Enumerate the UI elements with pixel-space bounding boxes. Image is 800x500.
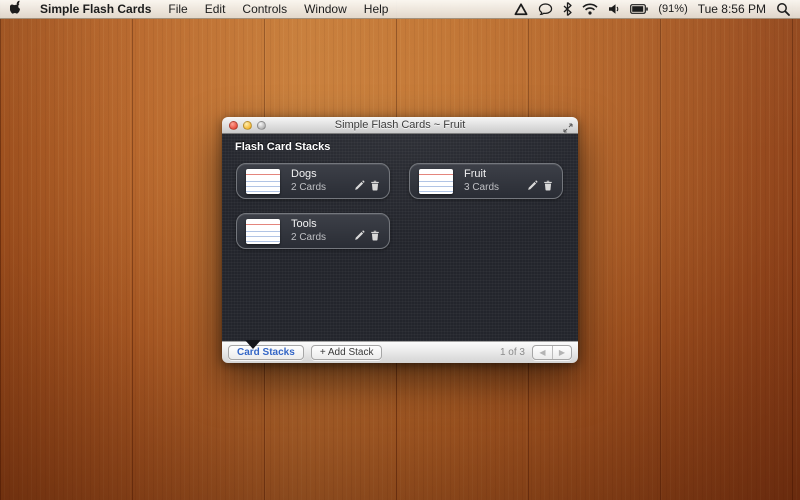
stack-actions [527, 180, 553, 198]
close-button[interactable] [229, 121, 238, 130]
stack-text: Tools 2 Cards [291, 218, 326, 244]
chat-bubble-icon[interactable] [538, 3, 553, 16]
stack-text: Fruit 3 Cards [464, 168, 499, 194]
menu-window[interactable]: Window [304, 2, 347, 16]
menu-app-name[interactable]: Simple Flash Cards [40, 2, 151, 16]
stack-count: 2 Cards [291, 182, 326, 195]
menu-clock[interactable]: Tue 8:56 PM [698, 2, 766, 16]
stack-name: Fruit [464, 168, 499, 182]
stack-count: 2 Cards [291, 232, 326, 245]
status-menu-area: (91%) Tue 8:56 PM [514, 2, 790, 16]
stacks-panel: Flash Card Stacks Dogs 2 Cards [222, 134, 578, 341]
window-title: Simple Flash Cards ~ Fruit [222, 119, 578, 131]
bluetooth-icon[interactable] [563, 2, 572, 16]
menu-controls[interactable]: Controls [242, 2, 287, 16]
menu-bar: Simple Flash Cards File Edit Controls Wi… [0, 0, 800, 19]
active-tab-pointer [245, 340, 261, 349]
menu-help[interactable]: Help [364, 2, 389, 16]
index-card-icon [419, 169, 453, 194]
window-titlebar[interactable]: Simple Flash Cards ~ Fruit [222, 117, 578, 134]
index-card-icon [246, 219, 280, 244]
section-header: Flash Card Stacks [235, 141, 330, 153]
index-card-icon [246, 169, 280, 194]
pencil-icon[interactable] [527, 180, 538, 191]
bottom-toolbar: Card Stacks + Add Stack 1 of 3 ◀ ▶ [222, 341, 578, 363]
menu-file[interactable]: File [168, 2, 187, 16]
apple-menu-icon[interactable] [10, 0, 23, 18]
stack-card-dogs[interactable]: Dogs 2 Cards [236, 163, 390, 199]
desktop-wallpaper: Simple Flash Cards File Edit Controls Wi… [0, 0, 800, 500]
stack-text: Dogs 2 Cards [291, 168, 326, 194]
pencil-icon[interactable] [354, 230, 365, 241]
add-stack-button[interactable]: + Add Stack [311, 345, 383, 360]
traffic-lights [222, 121, 266, 130]
battery-percent[interactable]: (91%) [658, 3, 687, 15]
stack-actions [354, 180, 380, 198]
volume-icon[interactable] [608, 3, 620, 15]
stack-name: Dogs [291, 168, 326, 182]
zoom-button[interactable] [257, 121, 266, 130]
spotlight-icon[interactable] [776, 2, 790, 16]
stack-name: Tools [291, 218, 326, 232]
stack-card-tools[interactable]: Tools 2 Cards [236, 213, 390, 249]
pager-prev-button[interactable]: ◀ [533, 346, 552, 359]
menu-bar-left: Simple Flash Cards File Edit Controls Wi… [10, 0, 388, 18]
trash-icon[interactable] [370, 180, 380, 191]
trash-icon[interactable] [370, 230, 380, 241]
app-window: Simple Flash Cards ~ Fruit Flash Card St… [222, 117, 578, 363]
stack-card-fruit[interactable]: Fruit 3 Cards [409, 163, 563, 199]
stack-count: 3 Cards [464, 182, 499, 195]
fullscreen-icon[interactable] [563, 120, 573, 138]
minimize-button[interactable] [243, 121, 252, 130]
pager-next-button[interactable]: ▶ [552, 346, 571, 359]
card-stacks-button[interactable]: Card Stacks [228, 345, 304, 360]
wifi-icon[interactable] [582, 3, 598, 15]
pager-label: 1 of 3 [500, 347, 525, 358]
pencil-icon[interactable] [354, 180, 365, 191]
drive-icon[interactable] [514, 3, 528, 16]
stack-actions [354, 230, 380, 248]
pager-control: ◀ ▶ [532, 345, 572, 360]
battery-icon[interactable] [630, 4, 648, 14]
menu-edit[interactable]: Edit [205, 2, 226, 16]
trash-icon[interactable] [543, 180, 553, 191]
